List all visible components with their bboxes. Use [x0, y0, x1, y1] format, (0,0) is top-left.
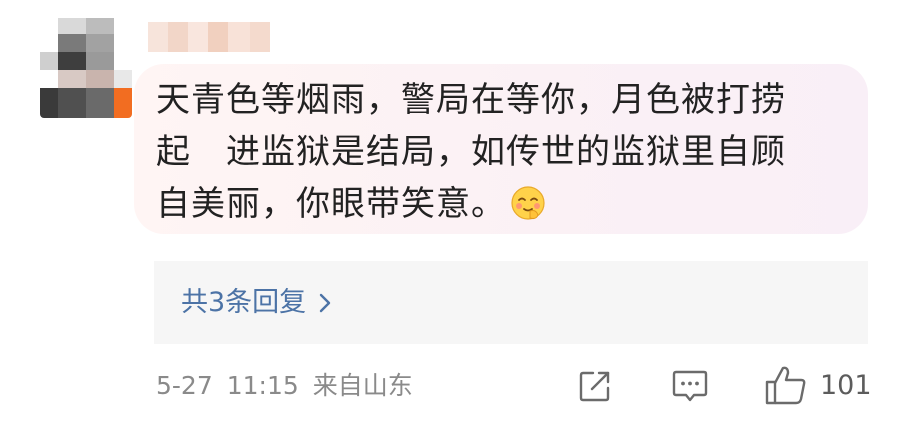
comment-source: 来自山东	[312, 371, 413, 400]
comment-line-3-text: 自美丽，你眼带笑意。	[156, 184, 506, 224]
comment-meta: 5-27 11:15 来自山东	[156, 368, 413, 404]
comment-line-3: 自美丽，你眼带笑意。	[156, 178, 856, 230]
avatar-mosaic	[40, 18, 132, 118]
comment-time: 11:15	[226, 371, 299, 400]
avatar[interactable]	[40, 18, 132, 118]
comment-line-2: 起 进监狱是结局，如传世的监狱里自顾	[156, 132, 786, 172]
replies-panel: 共3条回复	[154, 261, 868, 344]
comment-icon[interactable]	[672, 369, 708, 403]
thumbs-up-icon[interactable]	[764, 364, 808, 406]
comment-line-1: 天青色等烟雨，警局在等你，月色被打捞	[156, 80, 786, 120]
username-blurred[interactable]	[148, 20, 270, 54]
blush-hand-emoji-icon	[511, 185, 545, 220]
view-replies-link[interactable]: 共3条回复	[181, 283, 332, 323]
username-mosaic	[148, 22, 270, 52]
replies-count-label: 共3条回复	[181, 287, 307, 318]
comment-date: 5-27	[156, 371, 213, 400]
like-count: 101	[820, 370, 872, 401]
comment-text: 天青色等烟雨，警局在等你，月色被打捞 起 进监狱是结局，如传世的监狱里自顾 自美…	[156, 74, 856, 230]
share-icon[interactable]	[578, 369, 612, 403]
chevron-right-icon	[319, 293, 331, 313]
